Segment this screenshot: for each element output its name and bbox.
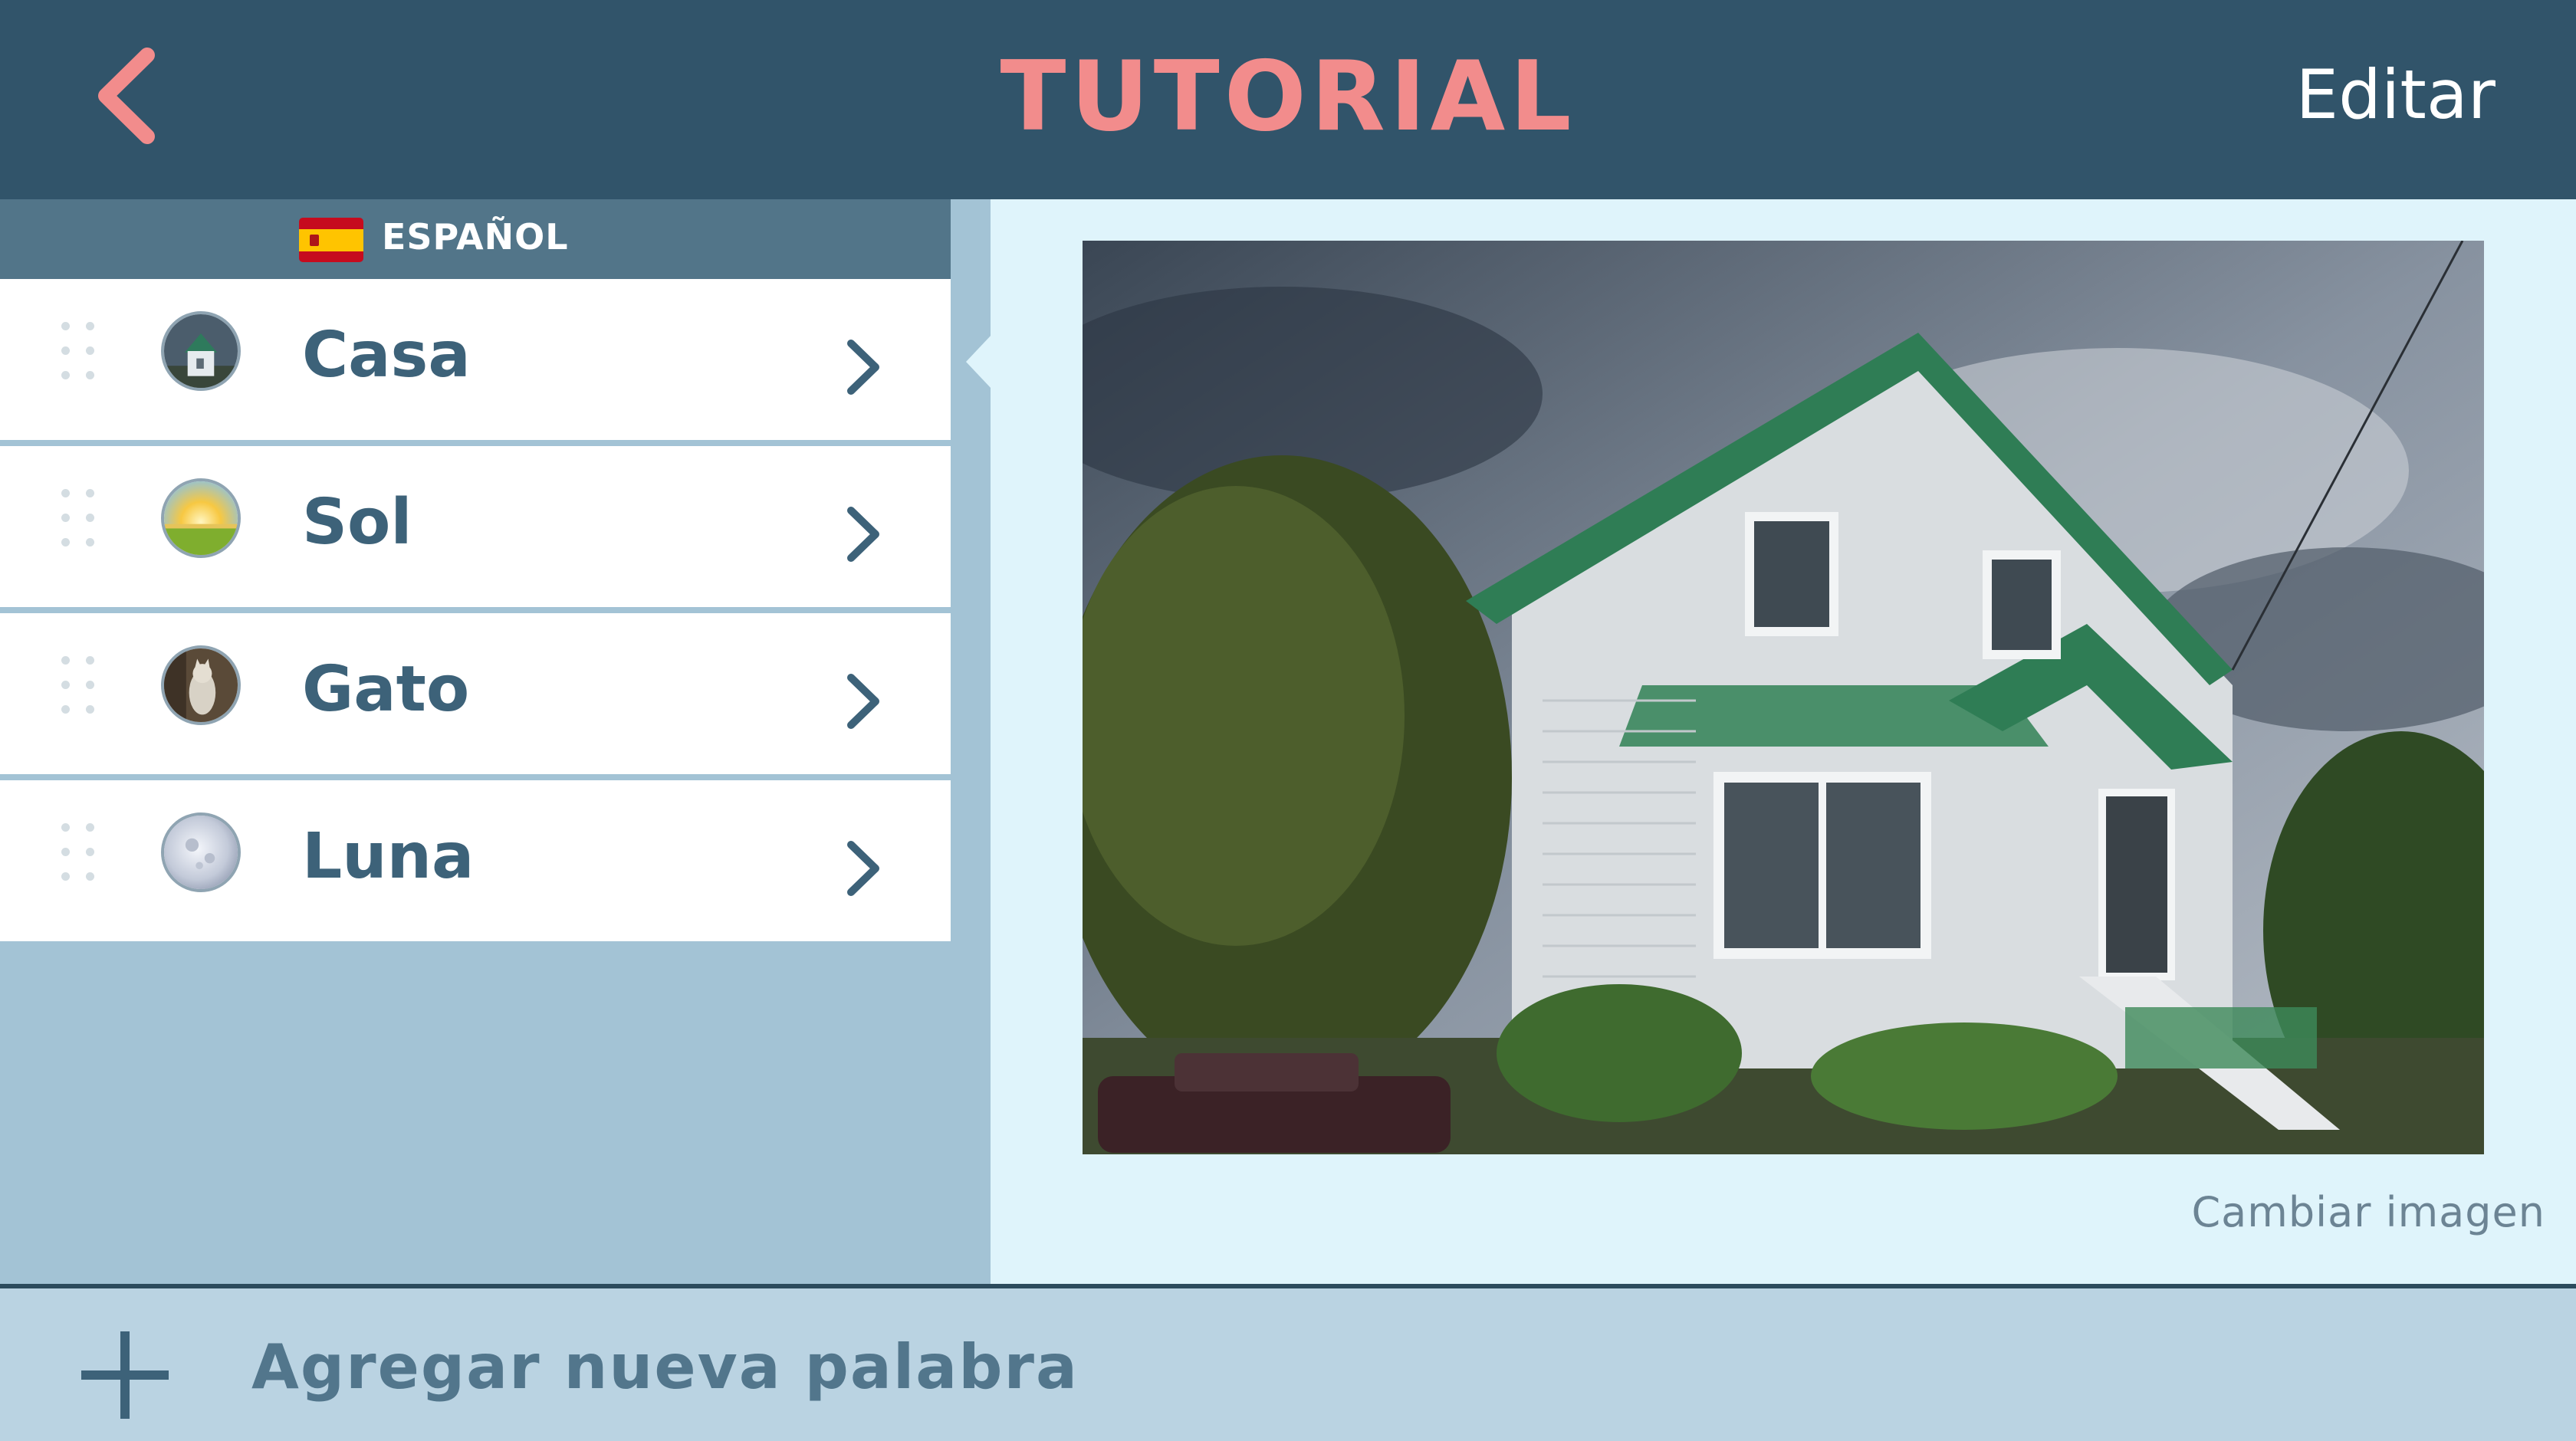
chevron-right-icon <box>836 834 889 903</box>
edit-button[interactable]: Editar <box>2295 55 2496 134</box>
selection-indicator <box>966 334 992 389</box>
drag-handle-icon[interactable] <box>58 486 101 572</box>
chevron-left-icon <box>98 48 155 144</box>
drag-handle-icon[interactable] <box>58 820 101 906</box>
word-row-casa[interactable]: Casa <box>0 279 951 440</box>
drag-handle-icon[interactable] <box>58 653 101 739</box>
word-label: Luna <box>302 820 475 893</box>
language-label: ESPAÑOL <box>382 216 569 258</box>
word-image <box>1083 241 2484 1154</box>
house-thumbnail <box>161 311 241 391</box>
word-label: Gato <box>302 653 470 726</box>
word-row-gato[interactable]: Gato <box>0 613 951 774</box>
word-detail-panel: Cambiar imagen <box>991 199 2576 1284</box>
language-header: ESPAÑOL <box>0 199 951 279</box>
add-word-bar[interactable]: Agregar nueva palabra <box>0 1284 2576 1441</box>
word-label: Sol <box>302 486 412 559</box>
chevron-right-icon <box>836 333 889 402</box>
page-title: TUTORIAL <box>1000 40 1576 153</box>
word-list-panel: ESPAÑOL Casa Sol Gato Luna <box>0 199 951 1284</box>
cat-thumbnail <box>161 645 241 725</box>
chevron-right-icon <box>836 667 889 736</box>
plus-icon <box>77 1327 173 1423</box>
top-bar: TUTORIAL Editar <box>0 0 2576 199</box>
chevron-right-icon <box>836 500 889 569</box>
word-row-luna[interactable]: Luna <box>0 780 951 941</box>
back-button[interactable] <box>77 38 184 153</box>
add-word-label: Agregar nueva palabra <box>251 1331 1079 1403</box>
drag-handle-icon[interactable] <box>58 319 101 405</box>
sun-thumbnail <box>161 478 241 558</box>
word-row-sol[interactable]: Sol <box>0 446 951 607</box>
moon-thumbnail <box>161 812 241 892</box>
change-image-button[interactable]: Cambiar imagen <box>2191 1188 2545 1236</box>
spain-flag-icon <box>299 218 363 262</box>
word-label: Casa <box>302 319 471 392</box>
